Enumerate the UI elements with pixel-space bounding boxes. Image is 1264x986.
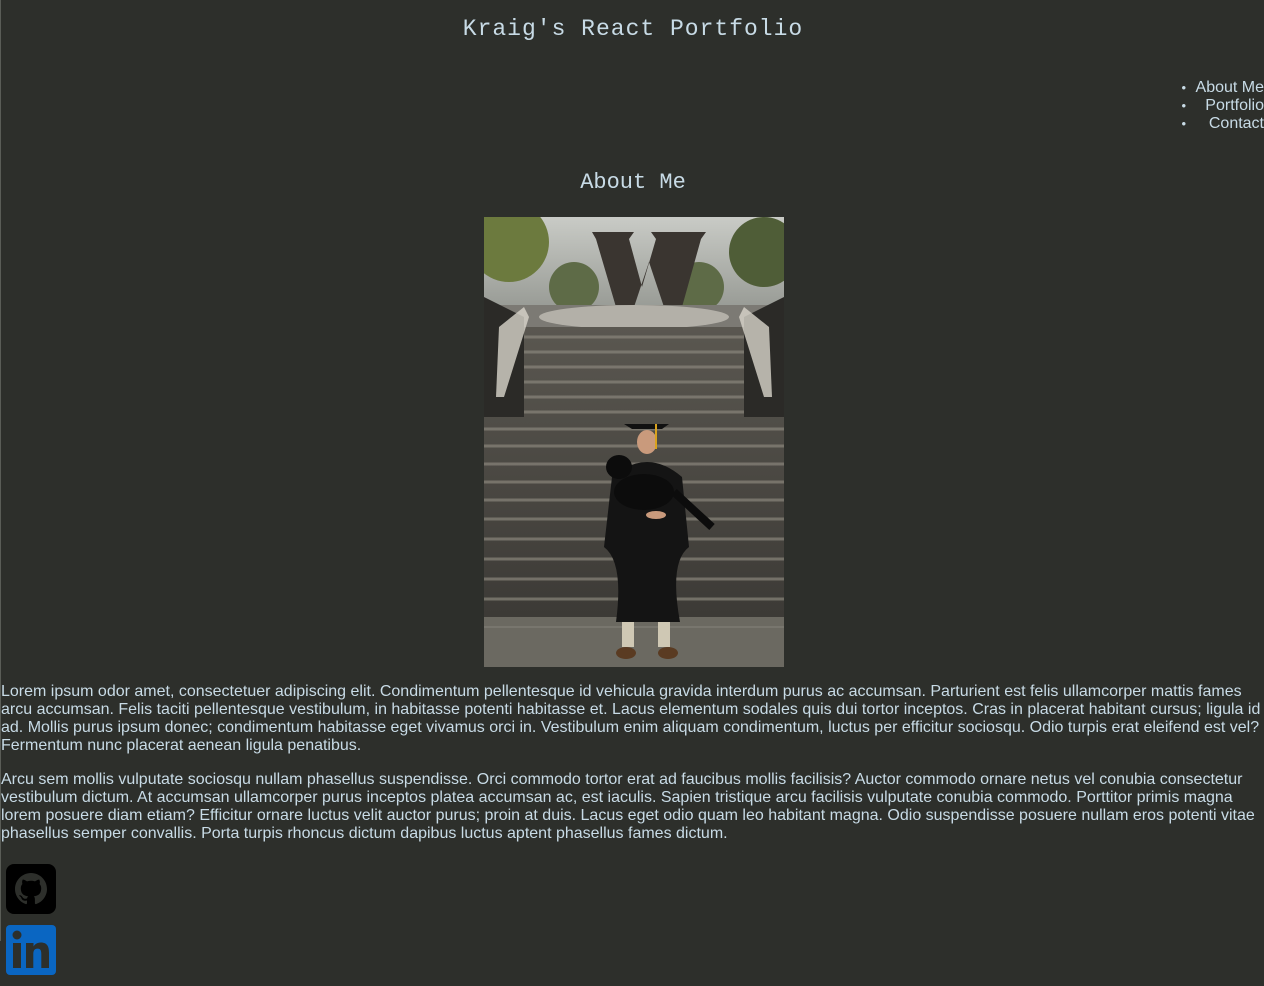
nav-item-portfolio: Portfolio — [1182, 97, 1264, 115]
nav-item-contact: Contact — [1182, 115, 1264, 133]
profile-photo — [484, 217, 784, 667]
nav-link-portfolio[interactable]: Portfolio — [1205, 97, 1264, 114]
linkedin-icon[interactable] — [6, 925, 56, 975]
nav-link-contact[interactable]: Contact — [1209, 115, 1264, 132]
about-paragraph: Lorem ipsum odor amet, consectetuer adip… — [1, 683, 1261, 754]
github-icon[interactable] — [6, 864, 56, 914]
nav-item-about: About Me — [1182, 79, 1264, 97]
nav-link-about[interactable]: About Me — [1196, 79, 1264, 96]
site-title: Kraig's React Portfolio — [462, 16, 804, 42]
social-links — [6, 864, 56, 986]
about-paragraph: Arcu sem mollis vulputate sociosqu nulla… — [1, 771, 1255, 842]
about-heading: About Me — [580, 170, 686, 195]
main-nav: About Me Portfolio Contact — [1182, 79, 1264, 133]
about-text: Lorem ipsum odor amet, consectetuer adip… — [1, 683, 1264, 859]
